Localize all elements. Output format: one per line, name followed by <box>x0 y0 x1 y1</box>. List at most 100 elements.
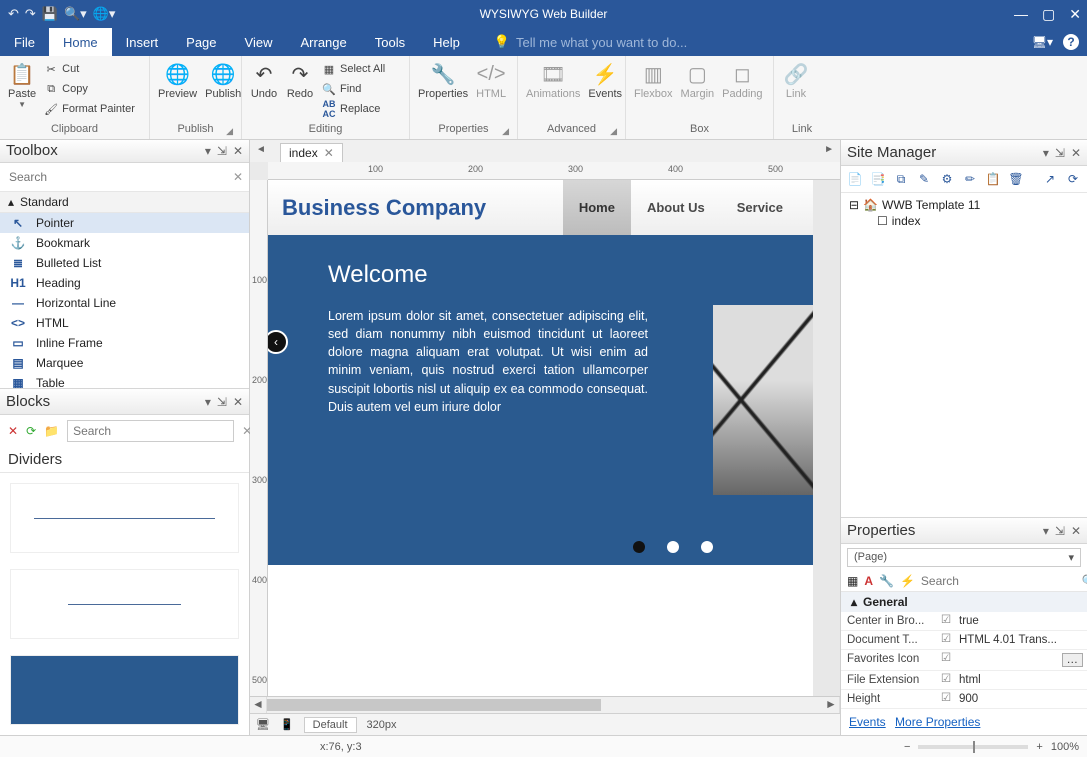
redo-button[interactable]: ↷Redo <box>286 60 314 100</box>
delete-icon[interactable]: 🗑 <box>1008 171 1024 187</box>
properties-search-input[interactable] <box>921 574 1076 588</box>
tab-index[interactable]: index✕ <box>280 143 343 162</box>
toolbox-item[interactable]: ≣Bulleted List <box>0 253 249 273</box>
prop-checkbox[interactable]: ☑ <box>937 650 955 670</box>
help-icon[interactable]: ? <box>1063 34 1079 50</box>
delete-icon[interactable]: ✕ <box>8 424 18 438</box>
design-canvas[interactable]: Business Company Home About Us Service W… <box>268 180 840 696</box>
menu-view[interactable]: View <box>231 28 287 56</box>
menu-help[interactable]: Help <box>419 28 474 56</box>
nav-about[interactable]: About Us <box>631 180 721 235</box>
menu-insert[interactable]: Insert <box>112 28 173 56</box>
toolbox-item[interactable]: H1Heading <box>0 273 249 293</box>
zoom-out-button[interactable]: − <box>904 741 910 753</box>
new-page-icon[interactable]: 📄 <box>847 171 863 187</box>
checkbox-icon[interactable]: ☐ <box>877 214 888 228</box>
close-button[interactable]: ✕ <box>1069 6 1081 23</box>
advanced-launcher[interactable]: ◢ <box>610 126 617 137</box>
zoom-in-button[interactable]: + <box>1036 741 1042 753</box>
publish-launcher[interactable]: ◢ <box>226 126 233 137</box>
property-row[interactable]: File Extension☑html <box>841 671 1087 690</box>
search-icon[interactable]: 🔍 <box>1082 574 1087 588</box>
tree-page-index[interactable]: ☐index <box>849 213 1079 229</box>
scroll-left[interactable]: ◄ <box>250 697 267 713</box>
html-button[interactable]: </>HTML <box>476 60 506 100</box>
menu-arrange[interactable]: Arrange <box>286 28 360 56</box>
bolt-icon[interactable]: ⚡ <box>900 574 915 588</box>
globe-dropdown-icon[interactable]: 🌐▾ <box>93 6 116 22</box>
prop-category-general[interactable]: ▴General <box>841 592 1087 612</box>
more-properties-link[interactable]: More Properties <box>895 715 980 729</box>
chevron-down-icon[interactable]: ▾ <box>205 144 211 158</box>
device-mobile-icon[interactable]: 📱 <box>280 718 294 731</box>
pin-icon[interactable]: ⇲ <box>217 395 227 409</box>
tab-prev[interactable]: ◄ <box>256 144 266 155</box>
scroll-right[interactable]: ► <box>823 697 840 713</box>
nav-services[interactable]: Service <box>721 180 799 235</box>
toolbox-item[interactable]: —Horizontal Line <box>0 293 249 313</box>
category-standard[interactable]: ▴Standard <box>0 192 249 213</box>
prop-checkbox[interactable]: ☑ <box>937 690 955 708</box>
browse-button[interactable]: … <box>1062 653 1084 667</box>
cut-button[interactable]: ✂Cut <box>44 60 135 78</box>
property-selector[interactable]: (Page)▾ <box>847 548 1081 567</box>
prop-value[interactable]: HTML 4.01 Trans... <box>955 631 1087 649</box>
toolbox-item[interactable]: <>HTML <box>0 313 249 333</box>
pin-icon[interactable]: ⇲ <box>1055 146 1065 160</box>
undo-button[interactable]: ↶Undo <box>250 60 278 100</box>
categorized-icon[interactable]: ▦ <box>847 574 858 588</box>
property-row[interactable]: Height☑900 <box>841 690 1087 709</box>
close-icon[interactable]: ✕ <box>233 395 243 409</box>
events-button[interactable]: ⚡Events <box>588 60 622 100</box>
property-row[interactable]: Center in Bro...☑true <box>841 612 1087 631</box>
select-all-button[interactable]: ▦Select All <box>322 60 385 78</box>
refresh-icon[interactable]: ⟳ <box>1065 171 1081 187</box>
link-button[interactable]: 🔗Link <box>782 60 810 100</box>
toolbox-item[interactable]: ⚓Bookmark <box>0 233 249 253</box>
close-icon[interactable]: ✕ <box>1071 524 1081 538</box>
animations-button[interactable]: 🎞Animations <box>526 60 580 100</box>
undo-icon[interactable]: ↶ <box>8 6 19 22</box>
device-desktop-icon[interactable]: 🖥 <box>256 718 270 731</box>
toolbox-item[interactable]: ↖Pointer <box>0 213 249 233</box>
prop-checkbox[interactable]: ☑ <box>937 671 955 689</box>
copy-button[interactable]: ⧉Copy <box>44 80 135 98</box>
padding-button[interactable]: ◻Padding <box>722 60 762 100</box>
wrench-icon[interactable]: 🔧 <box>879 574 894 588</box>
horizontal-scrollbar[interactable]: ◄ ► <box>250 696 840 713</box>
close-icon[interactable]: ✕ <box>233 144 243 158</box>
chevron-down-icon[interactable]: ▾ <box>1043 146 1049 160</box>
clear-icon[interactable]: ✕ <box>233 170 243 184</box>
menu-tools[interactable]: Tools <box>361 28 419 56</box>
save-icon[interactable]: 💾 <box>42 6 58 22</box>
zoom-slider[interactable] <box>918 745 1028 749</box>
toolbox-search[interactable]: ✕ <box>0 163 249 192</box>
prop-value[interactable]: html <box>955 671 1087 689</box>
toolbox-item[interactable]: ▦Table <box>0 373 249 388</box>
new-folder-icon[interactable]: 📑 <box>870 171 886 187</box>
maximize-button[interactable]: ▢ <box>1042 6 1055 23</box>
menu-home[interactable]: Home <box>49 28 112 56</box>
toolbox-item[interactable]: ▤Marquee <box>0 353 249 373</box>
property-row[interactable]: Favorites Icon☑ … <box>841 650 1087 671</box>
dot[interactable] <box>667 541 679 553</box>
copy-icon[interactable]: 📋 <box>985 171 1001 187</box>
chevron-down-icon[interactable]: ▾ <box>205 395 211 409</box>
preview-button[interactable]: 🌐Preview <box>158 60 197 100</box>
menu-page[interactable]: Page <box>172 28 230 56</box>
chevron-down-icon[interactable]: ▾ <box>1043 524 1049 538</box>
properties-button[interactable]: 🔧Properties <box>418 60 468 100</box>
blocks-search-input[interactable] <box>67 420 234 442</box>
paste-button[interactable]: 📋 Paste ▼ <box>8 60 36 109</box>
divider-preview[interactable] <box>10 655 239 725</box>
pin-icon[interactable]: ⇲ <box>1055 524 1065 538</box>
replace-button[interactable]: ABACReplace <box>322 100 385 118</box>
dot[interactable] <box>633 541 645 553</box>
minimize-button[interactable]: — <box>1014 6 1028 22</box>
screens-icon[interactable]: 🖥▾ <box>1032 35 1053 49</box>
margin-button[interactable]: ▢Margin <box>681 60 715 100</box>
divider-preview[interactable] <box>10 483 239 553</box>
prop-checkbox[interactable]: ☑ <box>937 612 955 630</box>
format-painter-button[interactable]: 🖌Format Painter <box>44 100 135 118</box>
toolbox-item[interactable]: ▭Inline Frame <box>0 333 249 353</box>
